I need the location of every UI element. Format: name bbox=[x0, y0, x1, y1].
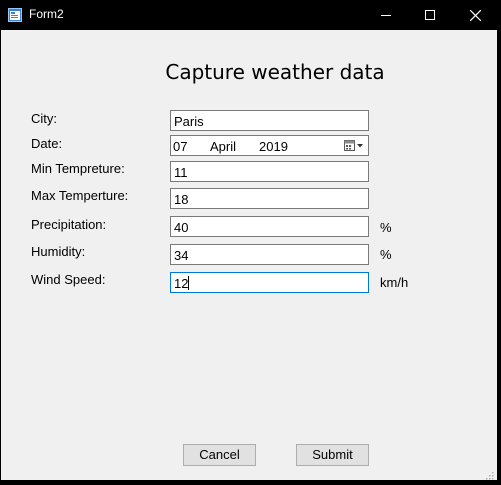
date-picker[interactable]: 07 April 2019 bbox=[170, 135, 369, 156]
wind-speed-label: Wind Speed: bbox=[31, 272, 106, 287]
form-heading: Capture weather data bbox=[165, 60, 385, 84]
date-month[interactable]: April bbox=[210, 139, 236, 154]
max-temp-label: Max Temperture: bbox=[31, 188, 129, 203]
precipitation-label: Precipitation: bbox=[31, 217, 107, 232]
date-day[interactable]: 07 bbox=[173, 139, 187, 154]
wind-speed-input[interactable]: 12 bbox=[170, 272, 369, 293]
min-temp-value: 11 bbox=[174, 165, 188, 180]
precipitation-input[interactable]: 40 bbox=[170, 216, 369, 237]
humidity-label: Humidity: bbox=[31, 244, 86, 259]
wind-speed-unit: km/h bbox=[380, 275, 409, 290]
humidity-value: 34 bbox=[174, 248, 189, 263]
max-temp-input[interactable]: 18 bbox=[170, 188, 369, 209]
city-value: Paris bbox=[174, 114, 204, 129]
city-label: City: bbox=[31, 111, 57, 126]
cancel-button[interactable]: Cancel bbox=[183, 444, 256, 466]
max-temp-value: 18 bbox=[174, 192, 189, 207]
min-temp-input[interactable]: 11 bbox=[170, 161, 369, 182]
form2-window: Form2 Capture weather data City: Paris D… bbox=[0, 0, 501, 483]
city-input[interactable]: Paris bbox=[170, 110, 369, 131]
resize-grip-icon[interactable] bbox=[484, 467, 494, 480]
humidity-unit: % bbox=[380, 247, 392, 262]
precipitation-value: 40 bbox=[174, 220, 189, 235]
maximize-button[interactable] bbox=[407, 0, 453, 30]
form-client-area: Capture weather data City: Paris Date: 0… bbox=[1, 30, 497, 480]
maximize-icon bbox=[425, 10, 435, 20]
text-caret bbox=[188, 276, 190, 290]
close-button[interactable] bbox=[452, 0, 498, 30]
minimize-button[interactable] bbox=[363, 0, 409, 30]
precipitation-unit: % bbox=[380, 220, 392, 235]
date-year[interactable]: 2019 bbox=[259, 139, 288, 154]
app-form-icon bbox=[8, 8, 22, 22]
date-label: Date: bbox=[31, 136, 63, 151]
minimize-icon bbox=[381, 10, 391, 20]
submit-button[interactable]: Submit bbox=[296, 444, 369, 466]
calendar-dropdown-icon[interactable] bbox=[343, 139, 365, 153]
humidity-input[interactable]: 34 bbox=[170, 244, 369, 265]
title-bar[interactable]: Form2 bbox=[0, 0, 501, 30]
min-temp-label: Min Tempreture: bbox=[31, 161, 125, 176]
wind-speed-value: 12 bbox=[174, 276, 189, 291]
window-title: Form2 bbox=[29, 7, 64, 21]
close-icon bbox=[469, 9, 481, 21]
